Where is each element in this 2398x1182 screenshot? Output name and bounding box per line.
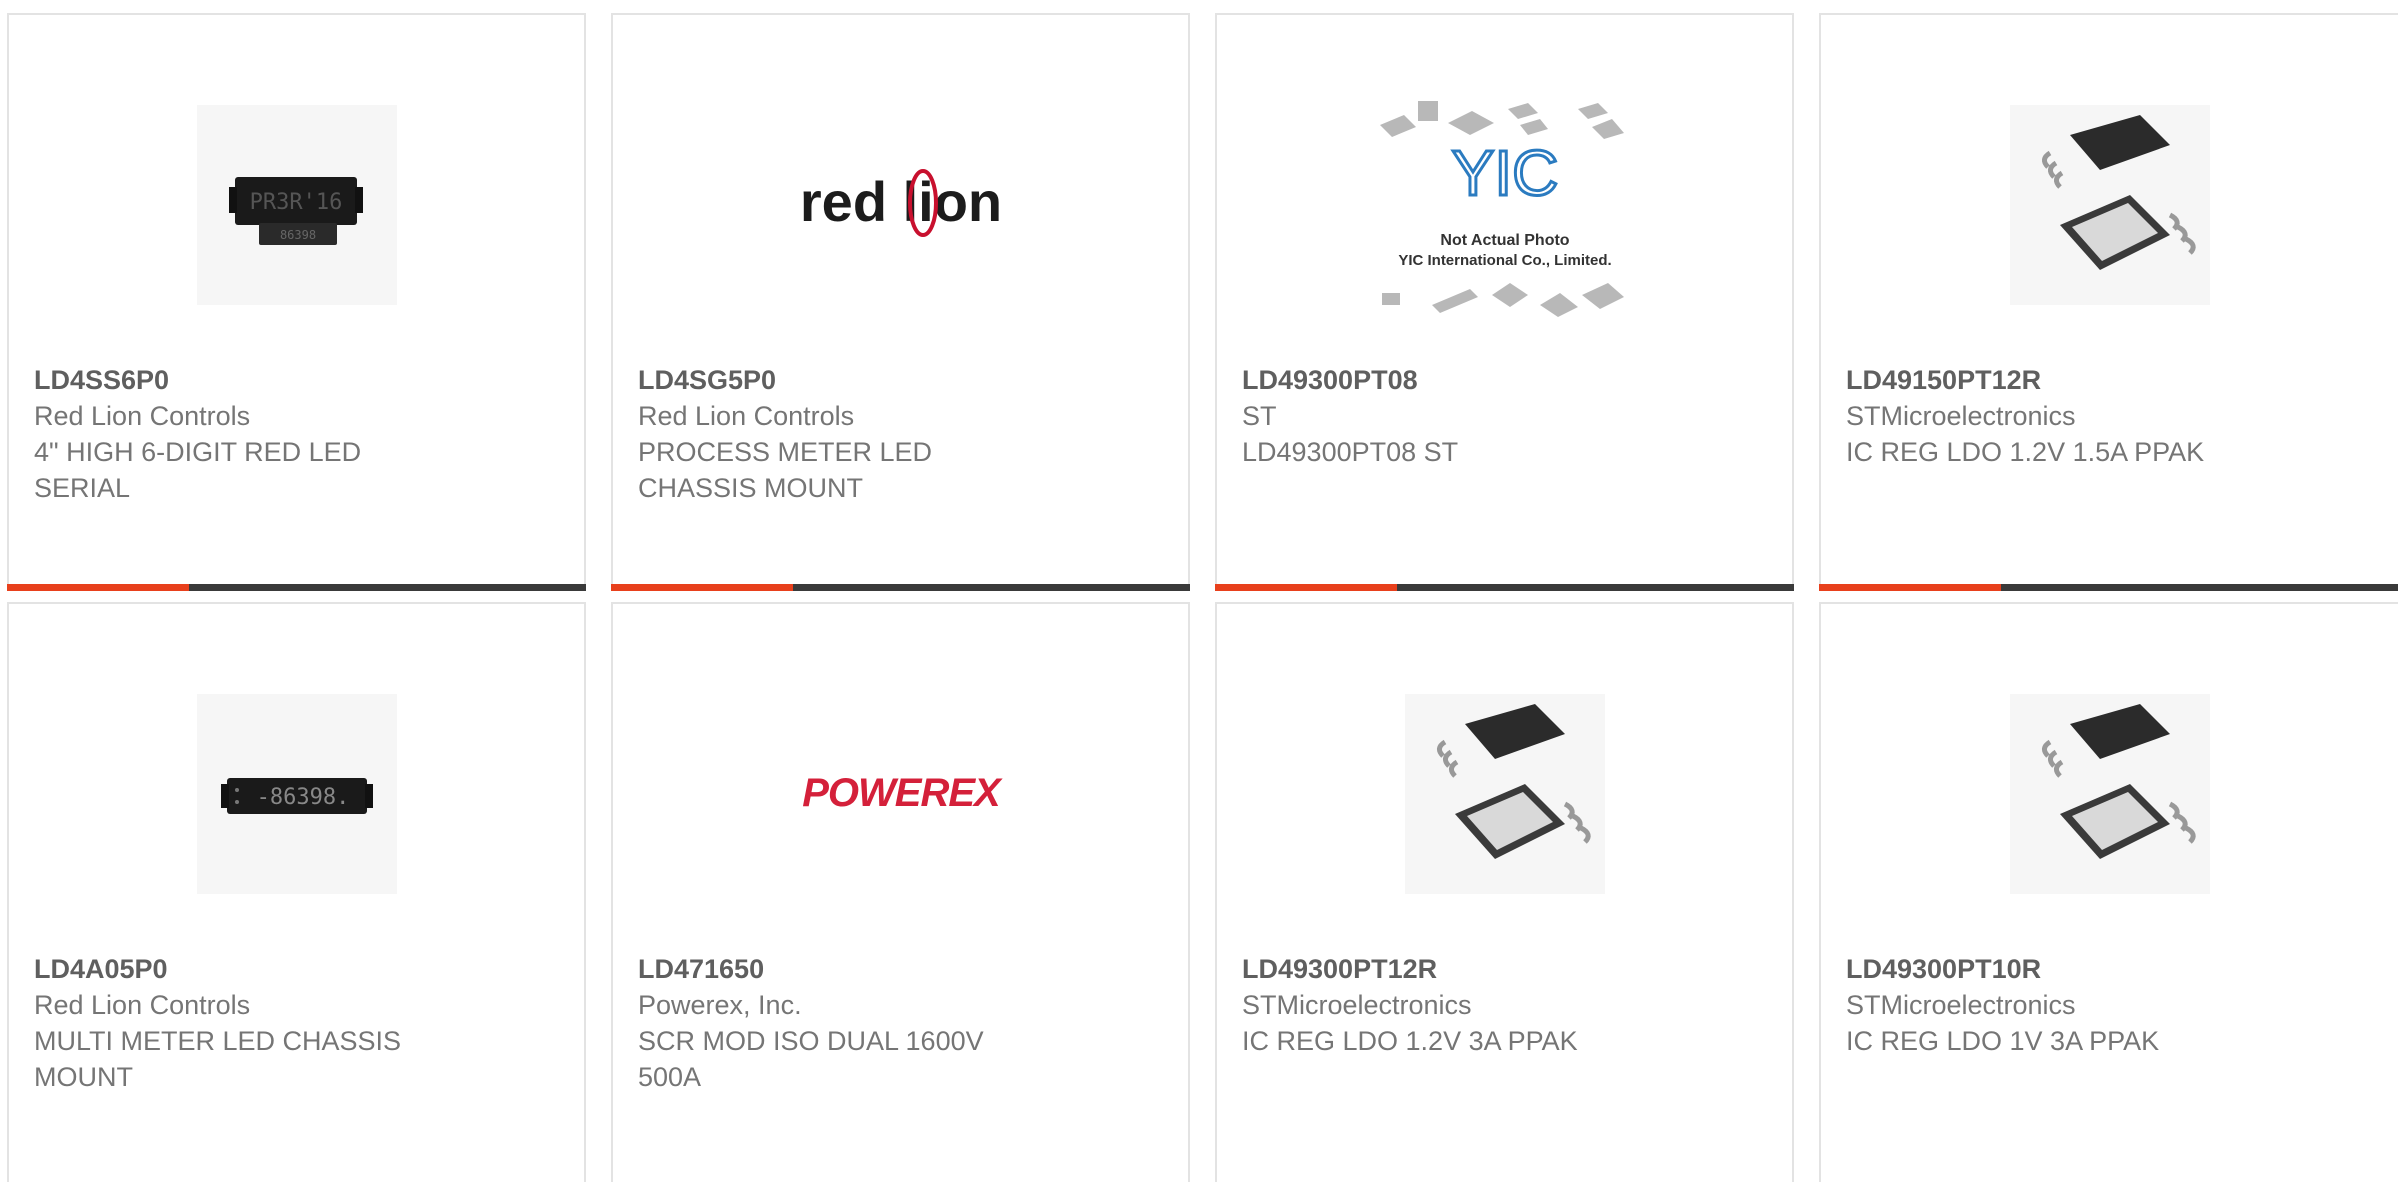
led-display-icon: PR3R'16 86398 <box>9 85 584 325</box>
manufacturer: Powerex, Inc. <box>638 990 802 1020</box>
product-card[interactable]: -86398. LD4A05P0 Red Lion Controls MULTI… <box>7 602 586 1182</box>
led-readout: PR3R'16 <box>249 190 342 215</box>
product-card[interactable]: POWEREX LD471650 Powerex, Inc. SCR MOD I… <box>611 602 1190 1182</box>
ppak-chip-icon <box>1821 674 2398 914</box>
logo-text: POWEREX <box>802 771 1003 815</box>
yic-logo: YIC <box>1451 137 1558 209</box>
led-display-icon: -86398. <box>9 674 584 914</box>
part-number[interactable]: LD49150PT12R <box>1846 362 2378 398</box>
part-number[interactable]: LD4A05P0 <box>34 951 564 987</box>
part-number[interactable]: LD49300PT08 <box>1242 362 1772 398</box>
description: IC REG LDO 1V 3A PPAK <box>1846 1026 2160 1056</box>
part-number[interactable]: LD471650 <box>638 951 1168 987</box>
led-readout: -86398. <box>256 785 349 810</box>
ppak-chip-icon <box>1821 85 2398 325</box>
description: IC REG LDO 1.2V 1.5A PPAK <box>1846 437 2205 467</box>
description: IC REG LDO 1.2V 3A PPAK <box>1242 1026 1578 1056</box>
red-lion-logo: red lion <box>613 85 1188 325</box>
manufacturer: Red Lion Controls <box>638 401 855 431</box>
product-card[interactable]: YIC Not Actual Photo YIC International C… <box>1215 13 1794 591</box>
logo-text: red lion <box>799 170 1001 233</box>
card-accent-bar <box>7 584 586 591</box>
manufacturer: ST <box>1242 401 1277 431</box>
powerex-logo: POWEREX <box>613 674 1188 914</box>
manufacturer: STMicroelectronics <box>1846 990 2076 1020</box>
ppak-chip-icon <box>1217 674 1792 914</box>
product-card[interactable]: LD49300PT10R STMicroelectronics IC REG L… <box>1819 602 2398 1182</box>
card-accent-bar <box>611 584 1190 591</box>
product-card[interactable]: LD49150PT12R STMicroelectronics IC REG L… <box>1819 13 2398 591</box>
description: 4" HIGH 6-DIGIT RED LED SERIAL <box>34 437 362 503</box>
description: MULTI METER LED CHASSIS MOUNT <box>34 1026 402 1092</box>
part-number[interactable]: LD49300PT12R <box>1242 951 1772 987</box>
product-card[interactable]: LD49300PT12R STMicroelectronics IC REG L… <box>1215 602 1794 1182</box>
manufacturer: Red Lion Controls <box>34 401 251 431</box>
not-actual-photo-placeholder: YIC Not Actual Photo YIC International C… <box>1217 100 1792 340</box>
manufacturer: STMicroelectronics <box>1242 990 1472 1020</box>
part-number[interactable]: LD4SG5P0 <box>638 362 1168 398</box>
part-number[interactable]: LD4SS6P0 <box>34 362 564 398</box>
manufacturer: Red Lion Controls <box>34 990 251 1020</box>
card-accent-bar <box>1215 584 1794 591</box>
photo-disclaimer-company: YIC International Co., Limited. <box>1398 252 1611 269</box>
part-number[interactable]: LD49300PT10R <box>1846 951 2378 987</box>
card-accent-bar <box>1819 584 2398 591</box>
product-card[interactable]: red lion LD4SG5P0 Red Lion Controls PROC… <box>611 13 1190 591</box>
description: PROCESS METER LED CHASSIS MOUNT <box>638 437 933 503</box>
product-card[interactable]: PR3R'16 86398 LD4SS6P0 Red Lion Controls… <box>7 13 586 591</box>
photo-disclaimer: Not Actual Photo <box>1440 232 1569 249</box>
description: SCR MOD ISO DUAL 1600V 500A <box>638 1026 984 1092</box>
description: LD49300PT08 ST <box>1242 437 1459 467</box>
led-readout-small: 86398 <box>279 228 315 242</box>
manufacturer: STMicroelectronics <box>1846 401 2076 431</box>
